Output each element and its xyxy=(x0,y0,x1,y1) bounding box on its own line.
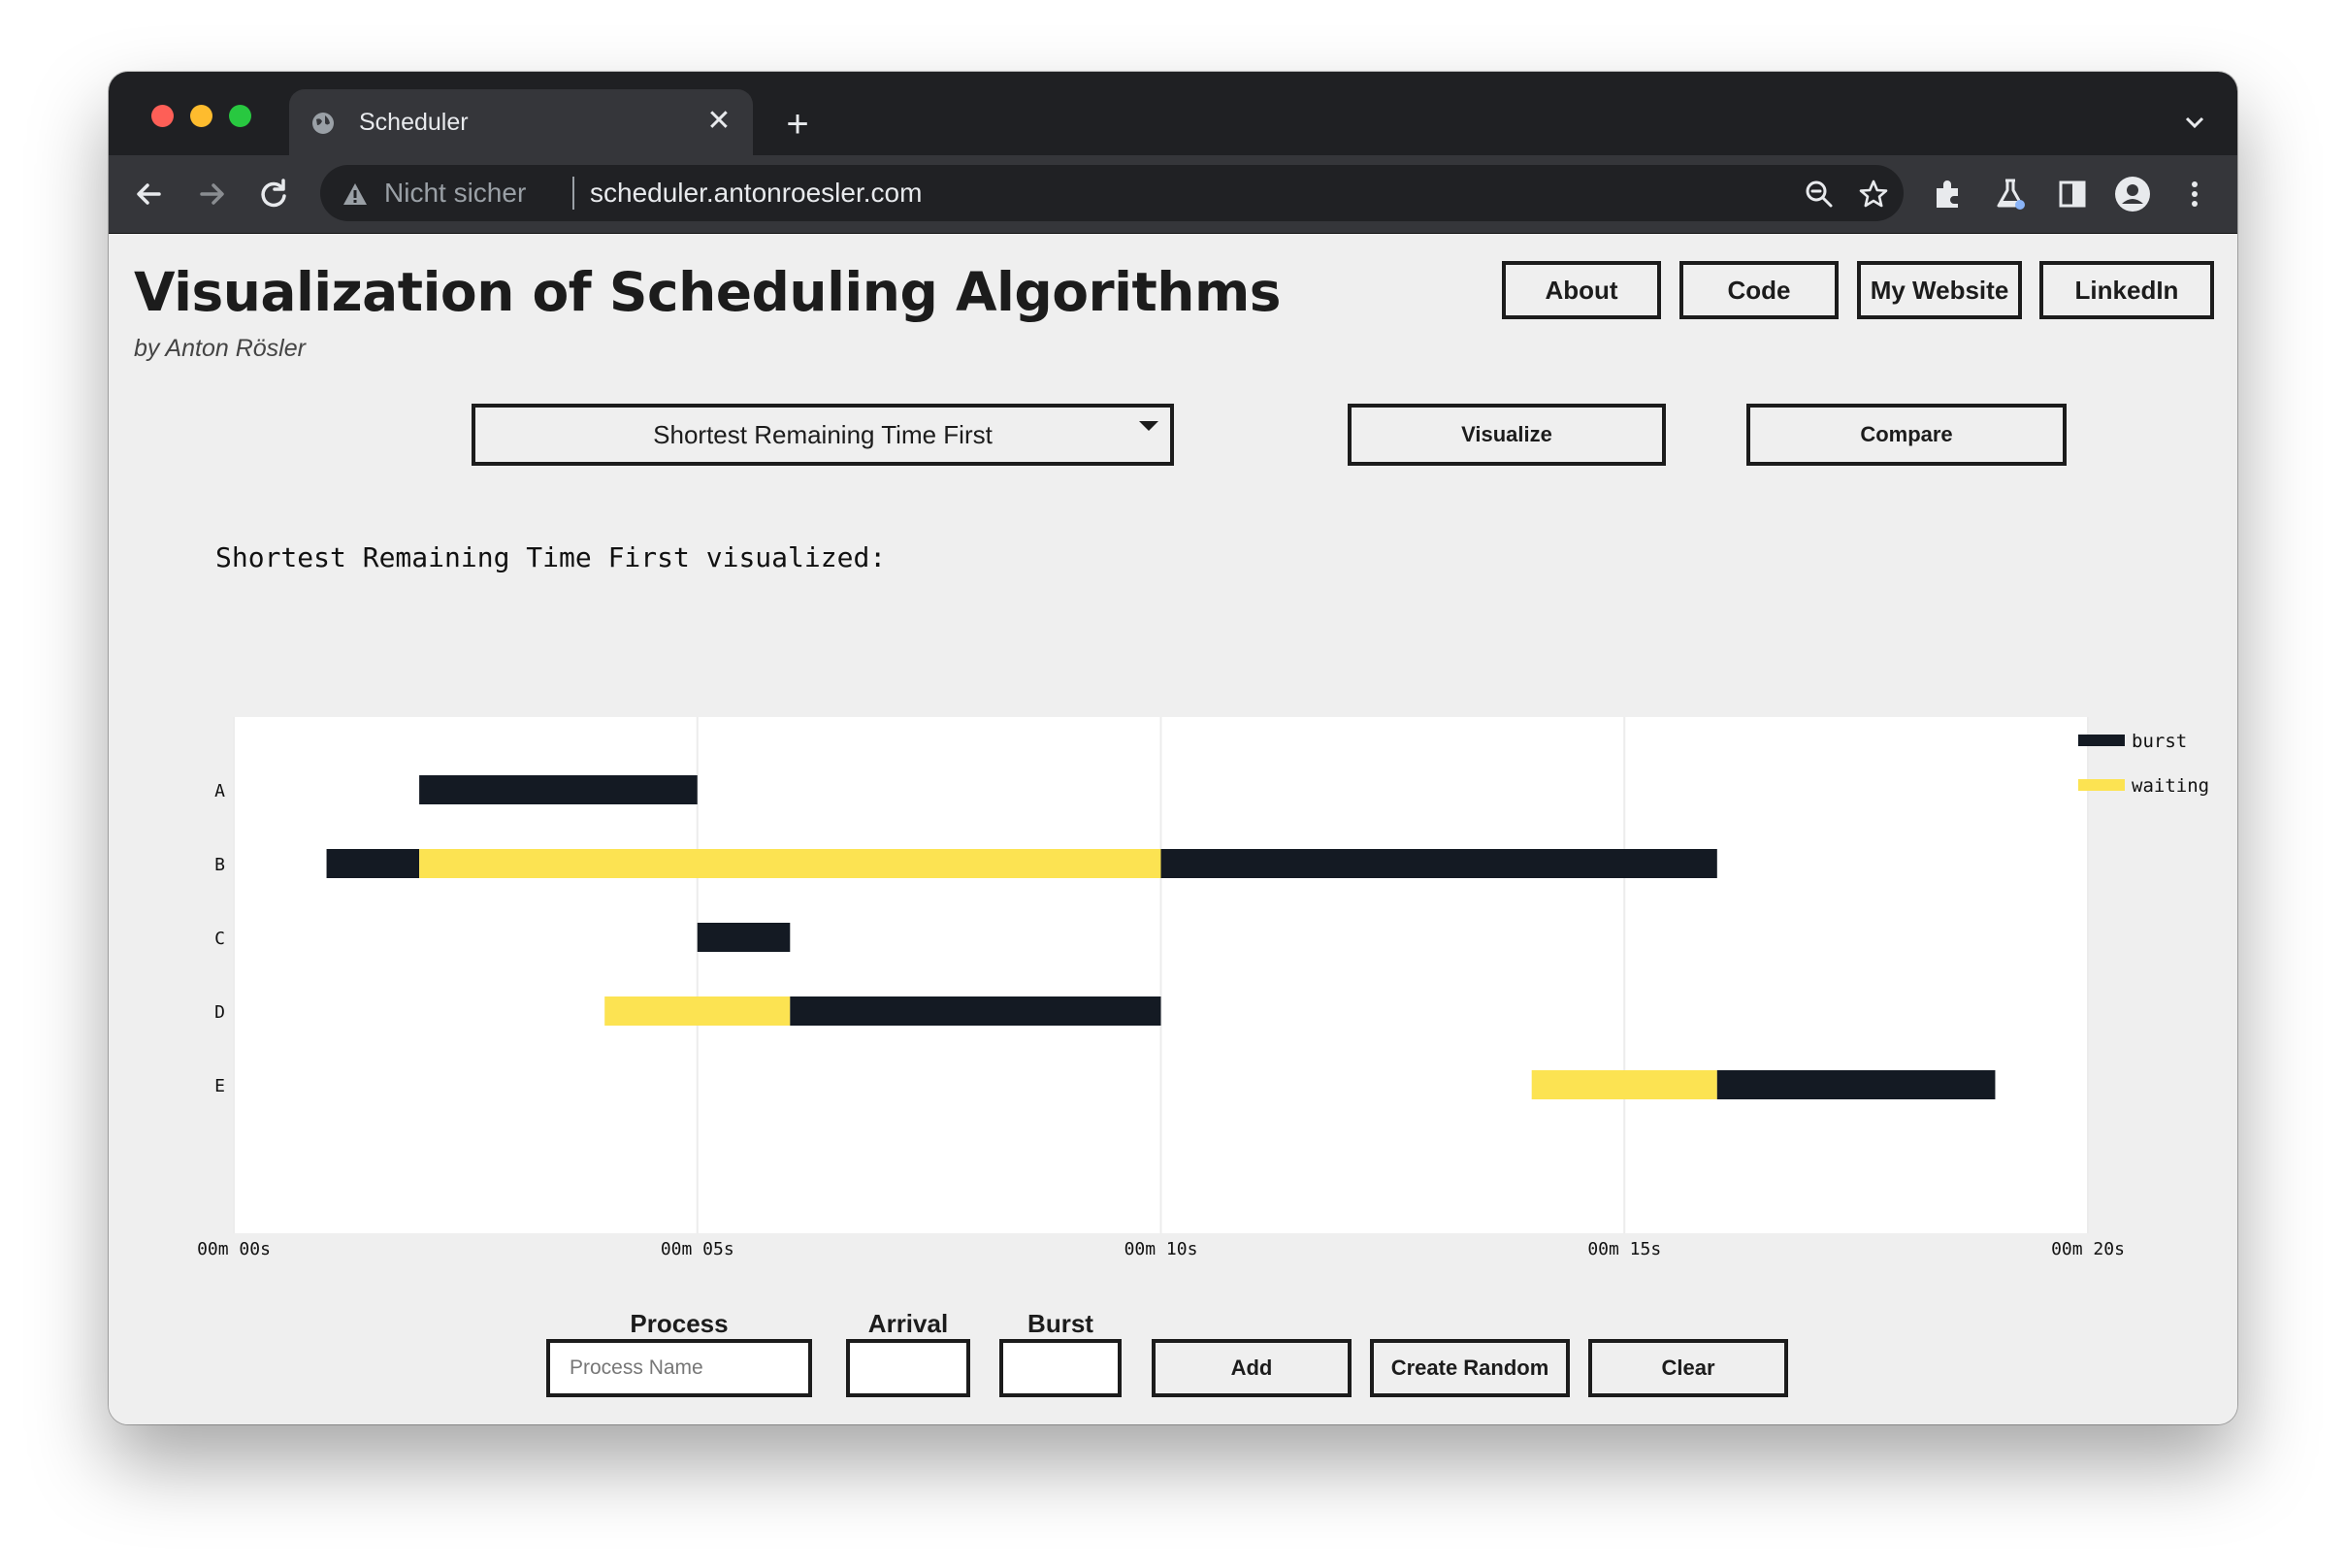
process-label: Process xyxy=(630,1309,729,1338)
x-tick-label: 00m 15s xyxy=(1587,1239,1661,1259)
zoom-icon[interactable] xyxy=(1803,178,1836,211)
gantt-chart: 00m 00s 00m 05s 00m 10s 00m 15s 00m 20s A B C D E… xyxy=(197,717,2209,1259)
address-bar[interactable]: Nicht sicher scheduler.antonroesler.com xyxy=(320,165,1904,221)
add-button[interactable]: Add xyxy=(1152,1339,1352,1397)
browser-window: Scheduler ✕ + Nicht sicher scheduler.ant… xyxy=(109,72,2237,1424)
legend-swatch-burst xyxy=(2078,735,2125,746)
star-icon[interactable] xyxy=(1857,178,1890,211)
profile-avatar-icon[interactable] xyxy=(2113,175,2152,213)
browser-titlebar: Scheduler ✕ + xyxy=(109,72,2237,155)
tab-title: Scheduler xyxy=(359,109,469,136)
arrival-label: Arrival xyxy=(867,1309,949,1338)
tab-close-icon[interactable]: ✕ xyxy=(702,105,735,138)
browser-toolbar: Nicht sicher scheduler.antonroesler.com xyxy=(109,155,2237,234)
address-divider xyxy=(572,177,574,210)
x-tick-label: 00m 10s xyxy=(1124,1239,1198,1259)
burst-bar xyxy=(326,849,420,878)
waiting-bar xyxy=(419,849,1161,878)
maximize-window-button[interactable] xyxy=(229,105,251,127)
legend-label: burst xyxy=(2132,731,2187,752)
waiting-bar xyxy=(604,996,791,1026)
url-text[interactable]: scheduler.antonroesler.com xyxy=(590,178,922,209)
more-menu-icon[interactable] xyxy=(2175,175,2214,213)
y-tick-label: A xyxy=(214,781,225,801)
reload-icon[interactable] xyxy=(254,175,293,213)
new-tab-button[interactable]: + xyxy=(778,105,817,144)
chevron-down-icon[interactable] xyxy=(2181,109,2208,136)
globe-icon xyxy=(312,113,334,134)
burst-bar xyxy=(419,775,698,804)
y-tick-label: E xyxy=(214,1076,225,1096)
x-tick-label: 00m 00s xyxy=(197,1239,271,1259)
close-window-button[interactable] xyxy=(151,105,174,127)
y-tick-label: B xyxy=(214,855,225,875)
extensions-icon[interactable] xyxy=(1929,175,1968,213)
side-panel-icon[interactable] xyxy=(2053,175,2092,213)
back-arrow-icon[interactable] xyxy=(130,175,169,213)
minimize-window-button[interactable] xyxy=(190,105,212,127)
y-tick-label: D xyxy=(214,1002,225,1023)
burst-label: Burst xyxy=(1027,1309,1093,1338)
burst-input[interactable] xyxy=(999,1339,1122,1397)
burst-bar xyxy=(790,996,1161,1026)
create-random-button[interactable]: Create Random xyxy=(1370,1339,1570,1397)
page-content: Visualization of Scheduling Algorithms b… xyxy=(109,234,2237,1424)
forward-arrow-icon[interactable] xyxy=(192,175,231,213)
x-tick-label: 00m 05s xyxy=(661,1239,734,1259)
burst-bar xyxy=(1716,1070,1996,1099)
x-tick-label: 00m 20s xyxy=(2051,1239,2125,1259)
process-name-input[interactable] xyxy=(546,1339,812,1397)
legend-swatch-waiting xyxy=(2078,779,2125,791)
legend-label: waiting xyxy=(2132,775,2209,797)
burst-bar xyxy=(697,923,791,952)
labs-flask-icon[interactable] xyxy=(1991,175,2030,213)
arrival-input[interactable] xyxy=(846,1339,970,1397)
clear-button[interactable]: Clear xyxy=(1588,1339,1788,1397)
warning-icon[interactable] xyxy=(342,181,369,207)
waiting-bar xyxy=(1531,1070,1717,1099)
browser-tab[interactable]: Scheduler ✕ xyxy=(289,89,753,155)
security-status[interactable]: Nicht sicher xyxy=(384,178,526,209)
burst-bar xyxy=(1160,849,1717,878)
y-tick-label: C xyxy=(214,929,225,949)
